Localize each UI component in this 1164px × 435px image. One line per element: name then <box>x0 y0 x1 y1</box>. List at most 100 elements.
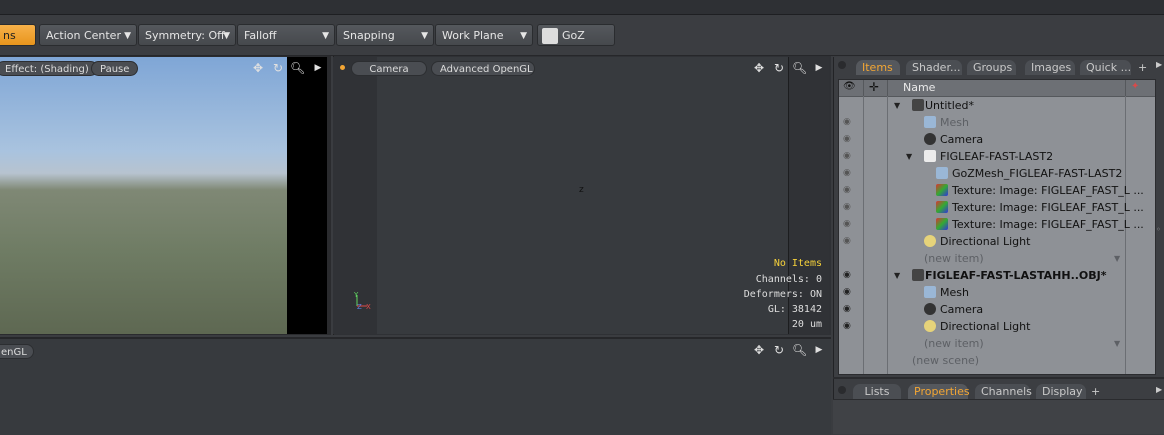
add-tab-button[interactable]: + <box>1135 60 1151 75</box>
tree-row-directional-light[interactable]: ◉ Directional Light <box>839 318 1155 335</box>
lock-column-icon[interactable]: ✛ <box>869 80 879 94</box>
items-tree[interactable]: 👁︎ ✛ Name ✦ ▼ Untitled* ◉ Mesh ◉ Camera … <box>838 79 1156 375</box>
panel-scroll-handle-icon[interactable]: ◦ <box>1156 225 1164 234</box>
tree-row-new-item[interactable]: (new item) ▼ <box>839 335 1155 352</box>
tree-row-directional-light[interactable]: ◉ Directional Light <box>839 233 1155 250</box>
viewport-menu-arrow-icon[interactable]: ▶ <box>812 61 826 75</box>
visibility-eye-icon[interactable]: ◉ <box>843 114 857 131</box>
add-tab-button[interactable]: + <box>1088 384 1104 399</box>
axis-x-label: X <box>366 303 371 311</box>
tab-display[interactable]: Display <box>1036 384 1086 399</box>
visibility-eye-icon[interactable]: ◉ <box>843 284 857 301</box>
column-divider <box>863 80 864 96</box>
chevron-down-icon: ▼ <box>124 31 131 41</box>
viewport-menu-arrow-icon[interactable]: ▶ <box>812 343 826 357</box>
move-view-icon[interactable]: ✥ <box>752 61 766 75</box>
toolbar-active-button[interactable]: ns <box>0 24 36 46</box>
bottom-gl-mode-button[interactable]: enGL <box>0 344 34 359</box>
visibility-eye-icon[interactable]: ◉ <box>843 165 857 182</box>
effect-button[interactable]: Effect: (Shading) <box>0 61 98 76</box>
tab-groups[interactable]: Groups <box>967 60 1016 75</box>
visibility-eye-icon[interactable]: ◉ <box>843 216 857 233</box>
viewport-bottom[interactable] <box>0 337 831 435</box>
expand-triangle-icon[interactable]: ▼ <box>894 97 900 114</box>
expand-triangle-icon[interactable]: ▼ <box>894 267 900 284</box>
visibility-eye-icon[interactable]: ◉ <box>843 148 857 165</box>
tab-lists[interactable]: Lists <box>853 384 901 399</box>
add-item-column-icon[interactable]: ✦ <box>1131 81 1139 92</box>
tree-row-mesh[interactable]: ◉ Mesh <box>839 114 1155 131</box>
tab-shader[interactable]: Shader... <box>906 60 962 75</box>
rotate-view-icon[interactable]: ↻ <box>772 343 786 357</box>
tab-channels[interactable]: Channels <box>975 384 1032 399</box>
tab-properties[interactable]: Properties <box>908 384 970 399</box>
light-icon <box>924 320 936 332</box>
tree-row-scene-figleaf-obj[interactable]: ◉ ▼ FIGLEAF-FAST-LASTAHH..OBJ* <box>839 267 1155 284</box>
action-center-dropdown[interactable]: Action Center ▼ <box>39 24 137 46</box>
tree-row-camera[interactable]: ◉ Camera <box>839 301 1155 318</box>
falloff-dropdown[interactable]: Falloff ▼ <box>237 24 335 46</box>
visibility-column-icon[interactable]: 👁︎ <box>843 81 856 92</box>
visibility-eye-icon[interactable]: ◉ <box>843 318 857 335</box>
axis-z-label: Z <box>357 303 362 311</box>
tree-row-label: Texture: Image: FIGLEAF_FAST_L ... <box>952 184 1144 197</box>
zoom-view-icon[interactable]: 🔍︎ <box>792 343 807 357</box>
snapping-dropdown[interactable]: Snapping ▼ <box>336 24 434 46</box>
tree-row-texture[interactable]: ◉ Texture: Image: FIGLEAF_FAST_L ... <box>839 199 1155 216</box>
tree-row-texture[interactable]: ◉ Texture: Image: FIGLEAF_FAST_L ... <box>839 216 1155 233</box>
new-item-dropdown-icon[interactable]: ▼ <box>1114 250 1120 267</box>
tree-row-label: (new item) <box>924 252 984 265</box>
visibility-eye-icon[interactable]: ◉ <box>843 199 857 216</box>
panel-menu-arrow-icon[interactable]: ▶ <box>1156 60 1162 69</box>
tree-row-group-figleaf[interactable]: ◉ ▼ FIGLEAF-FAST-LAST2 <box>839 148 1155 165</box>
visibility-eye-icon[interactable]: ◉ <box>843 233 857 250</box>
units-label: 20 um <box>791 319 822 330</box>
work-plane-dropdown[interactable]: Work Plane ▼ <box>435 24 533 46</box>
expand-triangle-icon[interactable]: ▼ <box>906 148 912 165</box>
visibility-eye-icon[interactable]: ◉ <box>843 131 857 148</box>
tree-row-new-item[interactable]: (new item) ▼ <box>839 250 1155 267</box>
camera-icon <box>924 303 936 315</box>
goz-button[interactable]: GoZ <box>537 24 615 46</box>
viewport-menu-arrow-icon[interactable]: ▶ <box>311 61 325 75</box>
rotate-view-icon[interactable]: ↻ <box>271 61 285 75</box>
properties-content <box>833 399 1164 434</box>
chevron-down-icon: ▼ <box>421 31 428 41</box>
panel-grip-icon[interactable] <box>838 61 846 69</box>
symmetry-dropdown[interactable]: Symmetry: Off ▼ <box>138 24 236 46</box>
panel-grip-icon[interactable] <box>838 386 846 394</box>
tab-items[interactable]: Items <box>856 60 900 75</box>
rotate-view-icon[interactable]: ↻ <box>772 61 786 75</box>
chevron-down-icon: ▼ <box>520 31 527 41</box>
tree-row-camera[interactable]: ◉ Camera <box>839 131 1155 148</box>
tree-row-label: Camera <box>940 303 984 316</box>
deformers-label: Deformers: ON <box>743 289 822 300</box>
camera-button[interactable]: Camera <box>351 61 427 76</box>
no-items-label: No Items <box>773 258 822 269</box>
panel-menu-arrow-icon[interactable]: ▶ <box>1156 385 1162 394</box>
tree-row-scene-untitled[interactable]: ▼ Untitled* <box>839 97 1155 114</box>
tab-images[interactable]: Images <box>1025 60 1075 75</box>
tree-row-gozmesh[interactable]: ◉ GoZMesh_FIGLEAF-FAST-LAST2 <box>839 165 1155 182</box>
move-view-icon[interactable]: ✥ <box>752 343 766 357</box>
zoom-view-icon[interactable]: 🔍︎ <box>792 61 807 75</box>
tree-row-label: FIGLEAF-FAST-LASTAHH..OBJ* <box>925 269 1107 282</box>
tree-row-texture[interactable]: ◉ Texture: Image: FIGLEAF_FAST_L ... <box>839 182 1155 199</box>
viewport-render-area[interactable] <box>0 57 287 334</box>
column-divider <box>1125 80 1126 96</box>
tree-row-mesh[interactable]: ◉ Mesh <box>839 284 1155 301</box>
visibility-eye-icon[interactable]: ◉ <box>843 267 857 284</box>
pause-button[interactable]: Pause <box>91 61 139 76</box>
tree-row-new-scene[interactable]: (new scene) <box>839 352 1155 369</box>
visibility-eye-icon[interactable]: ◉ <box>843 182 857 199</box>
name-column-header[interactable]: Name <box>903 81 935 94</box>
move-view-icon[interactable]: ✥ <box>251 61 265 75</box>
title-strip <box>0 0 1164 15</box>
tab-quick[interactable]: Quick ... <box>1080 60 1131 75</box>
visibility-eye-icon[interactable]: ◉ <box>843 301 857 318</box>
zoom-view-icon[interactable]: 🔍︎ <box>290 61 305 75</box>
new-item-dropdown-icon[interactable]: ▼ <box>1114 335 1120 352</box>
light-icon <box>924 235 936 247</box>
panel-divider[interactable] <box>833 377 1164 379</box>
gl-mode-button[interactable]: Advanced OpenGL <box>431 61 535 76</box>
